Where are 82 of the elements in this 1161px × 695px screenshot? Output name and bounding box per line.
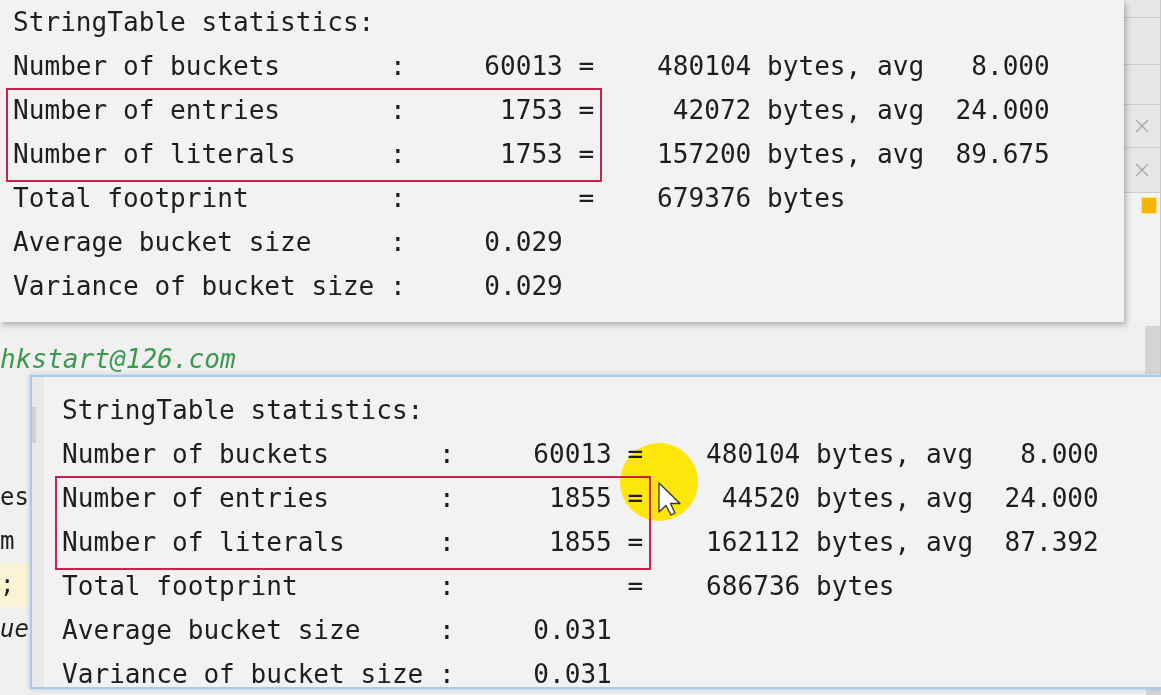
scrollbar-thumb[interactable] xyxy=(1145,326,1160,374)
stat-label: Average bucket size xyxy=(62,617,361,643)
stat-label: Variance of bucket size xyxy=(13,273,375,299)
side-tab[interactable] xyxy=(1124,65,1160,105)
stat-label: Number of buckets xyxy=(13,53,281,79)
colon-separator: : xyxy=(390,273,406,299)
bytes-value: 480104 xyxy=(706,441,801,467)
equals-sign: = xyxy=(578,185,595,211)
count-value: 0.029 xyxy=(484,273,563,299)
code-text: m xyxy=(0,526,16,557)
colon-separator: : xyxy=(439,485,455,511)
code-text: ue xyxy=(0,614,30,645)
colon-separator: : xyxy=(439,529,455,555)
stat-label: Total footprint xyxy=(62,573,298,599)
unit-label: bytes xyxy=(816,573,895,599)
code-text: es xyxy=(0,482,30,513)
colon-separator: : xyxy=(390,185,406,211)
bytes-value: 162112 xyxy=(706,529,801,555)
equals-sign: = xyxy=(627,485,644,511)
unit-label: bytes, avg xyxy=(816,529,974,555)
unit-label: bytes, avg xyxy=(816,485,974,511)
colon-separator: : xyxy=(390,97,406,123)
panel-title: StringTable statistics: xyxy=(62,397,424,423)
scrollbar-thumb[interactable] xyxy=(1146,689,1161,695)
count-value: 1855 xyxy=(548,529,612,555)
equals-sign: = xyxy=(578,141,595,167)
equals-sign: = xyxy=(627,529,644,555)
count-value: 0.031 xyxy=(533,617,612,643)
count-value: 0.029 xyxy=(484,229,563,255)
average-value: 8.000 xyxy=(971,53,1050,79)
unit-label: bytes, avg xyxy=(767,53,925,79)
side-tab[interactable] xyxy=(1124,18,1160,65)
colon-separator: : xyxy=(439,573,455,599)
unit-label: bytes, avg xyxy=(816,441,974,467)
comment-text: hkstart@126.com xyxy=(0,343,236,374)
colon-separator: : xyxy=(439,441,455,467)
side-tab[interactable] xyxy=(1124,0,1160,18)
stat-label: Number of entries xyxy=(13,97,281,123)
bytes-value: 480104 xyxy=(657,53,752,79)
bytes-value: 686736 xyxy=(706,573,801,599)
stat-label: Number of literals xyxy=(13,141,296,167)
bytes-value: 42072 xyxy=(672,97,752,123)
bytes-value: 157200 xyxy=(657,141,752,167)
colon-separator: : xyxy=(439,617,455,643)
average-value: 24.000 xyxy=(955,97,1050,123)
side-tab[interactable] xyxy=(1124,148,1160,193)
stat-label: Total footprint xyxy=(13,185,249,211)
panel-title: StringTable statistics: xyxy=(13,9,375,35)
count-value: 1753 xyxy=(499,97,563,123)
stat-label: Variance of bucket size xyxy=(62,661,424,687)
colon-separator: : xyxy=(390,53,406,79)
scrollbar-thumb[interactable] xyxy=(32,407,36,443)
equals-sign: = xyxy=(627,573,644,599)
count-value: 60013 xyxy=(533,441,612,467)
average-value: 8.000 xyxy=(1020,441,1099,467)
close-icon[interactable] xyxy=(1135,119,1149,133)
stat-label: Average bucket size xyxy=(13,229,312,255)
mouse-pointer-icon xyxy=(619,442,699,522)
bytes-value: 44520 xyxy=(721,485,801,511)
average-value: 87.392 xyxy=(1004,529,1099,555)
colon-separator: : xyxy=(390,141,406,167)
equals-sign: = xyxy=(578,97,595,123)
marker-icon[interactable] xyxy=(1141,197,1157,214)
count-value: 1753 xyxy=(499,141,563,167)
stat-label: Number of buckets xyxy=(62,441,330,467)
unit-label: bytes, avg xyxy=(767,97,925,123)
unit-label: bytes xyxy=(767,185,846,211)
bytes-value: 679376 xyxy=(657,185,752,211)
count-value: 0.031 xyxy=(533,661,612,687)
side-tab[interactable] xyxy=(1124,105,1160,148)
average-value: 89.675 xyxy=(955,141,1050,167)
stat-label: Number of literals xyxy=(62,529,345,555)
count-value: 1855 xyxy=(548,485,612,511)
code-text: ; xyxy=(0,563,30,607)
equals-sign: = xyxy=(578,53,595,79)
colon-separator: : xyxy=(439,661,455,687)
count-value: 60013 xyxy=(484,53,563,79)
average-value: 24.000 xyxy=(1004,485,1099,511)
colon-separator: : xyxy=(390,229,406,255)
close-icon[interactable] xyxy=(1135,163,1149,177)
unit-label: bytes, avg xyxy=(767,141,925,167)
stat-label: Number of entries xyxy=(62,485,330,511)
